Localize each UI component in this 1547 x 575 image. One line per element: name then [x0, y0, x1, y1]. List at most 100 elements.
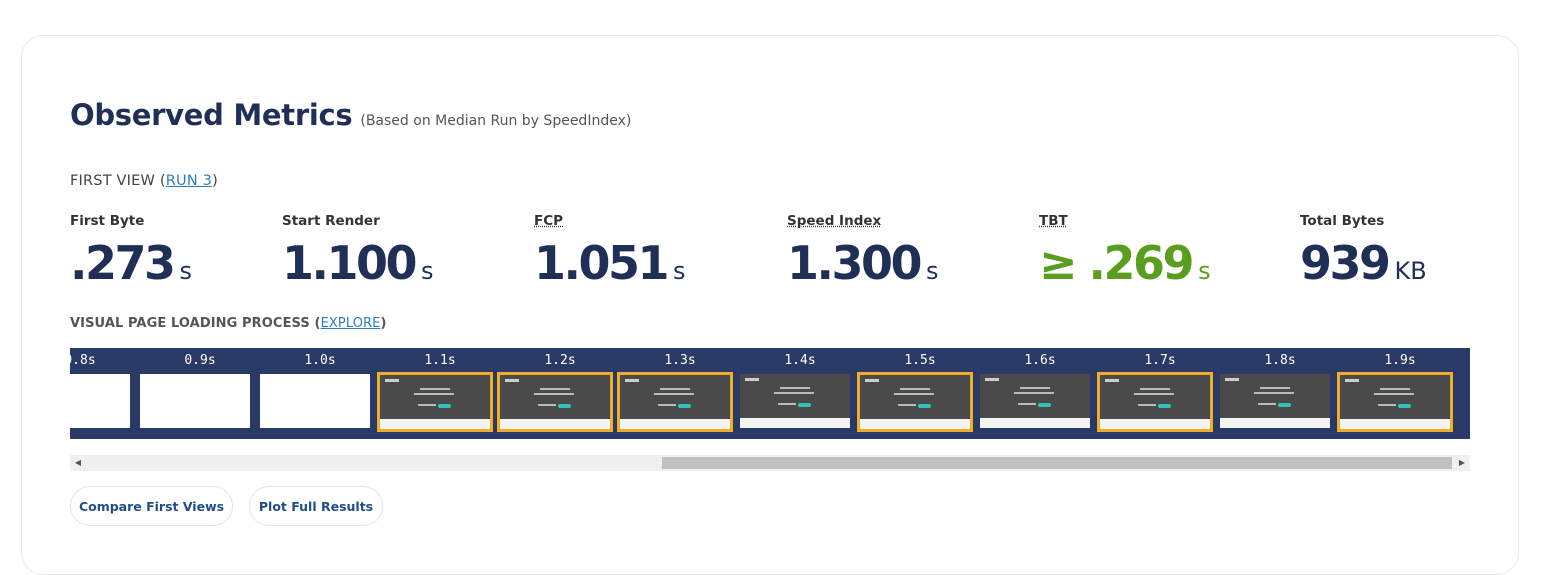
page-title: Observed Metrics: [70, 98, 353, 132]
filmstrip-frame[interactable]: 1.7s: [1097, 348, 1220, 439]
filmstrip-frame[interactable]: 1.5s: [857, 348, 980, 439]
thumb-cta: [798, 403, 811, 407]
thumb-text-line: [660, 388, 690, 390]
frame-thumbnail[interactable]: [740, 374, 850, 428]
frame-thumbnail[interactable]: [980, 374, 1090, 428]
explore-link[interactable]: EXPLORE: [321, 316, 381, 331]
scroll-left-icon[interactable]: ◀: [70, 455, 86, 471]
thumb-footer: [500, 419, 610, 429]
thumb-footer: [620, 419, 730, 429]
run-link[interactable]: RUN 3: [166, 173, 212, 189]
thumb-text-line: [538, 404, 556, 406]
thumb-text-line: [1020, 387, 1050, 389]
thumb-text-line: [418, 404, 436, 406]
thumb-text-line: [534, 393, 574, 395]
thumb-cta: [1398, 404, 1411, 408]
metric-value: 939: [1300, 236, 1391, 290]
thumb-text-line: [1254, 392, 1294, 394]
metric-unit: s: [926, 257, 939, 285]
metric-unit: KB: [1394, 257, 1427, 285]
filmstrip-frame[interactable]: 1.3s: [617, 348, 740, 439]
thumb-text-line: [900, 388, 930, 390]
metric-label[interactable]: Speed Index: [787, 213, 881, 229]
filmstrip-frame[interactable]: 1.2s: [497, 348, 620, 439]
filmstrip[interactable]: 0.8s 0.9s 1.0s 1.1s 1.2s 1.3s 1.4s 1.5s 1.6s 1.7s…: [70, 348, 1470, 439]
thumb-text-line: [894, 393, 934, 395]
frame-thumbnail[interactable]: [1097, 372, 1213, 432]
thumb-text-line: [414, 393, 454, 395]
thumb-text-line: [1260, 387, 1290, 389]
thumb-text-line: [778, 403, 796, 405]
filmstrip-frame[interactable]: 1.8s: [1220, 348, 1340, 439]
metric-value: 1.300: [787, 236, 923, 290]
thumb-cta: [438, 404, 451, 408]
thumb-cta: [1038, 403, 1051, 407]
metric-unit: s: [673, 257, 686, 285]
thumb-text-line: [1134, 393, 1174, 395]
frame-thumbnail[interactable]: [260, 374, 370, 428]
thumb-footer: [380, 419, 490, 429]
frame-thumbnail[interactable]: [1220, 374, 1330, 428]
metric-tbt: TBT ≥ .269 s: [1039, 212, 1211, 286]
filmstrip-frame[interactable]: 1.0s: [260, 348, 380, 439]
thumb-logo: [745, 378, 759, 381]
frame-thumbnail[interactable]: [497, 372, 613, 432]
frame-time: 1.3s: [664, 353, 696, 368]
filmstrip-frame[interactable]: 0.9s: [140, 348, 260, 439]
frame-time: 0.8s: [70, 353, 96, 368]
thumb-text-line: [1378, 404, 1396, 406]
scroll-right-icon[interactable]: ▶: [1454, 455, 1470, 471]
thumb-text-line: [774, 392, 814, 394]
plot-full-results-button[interactable]: Plot Full Results: [249, 486, 383, 526]
page-subtitle: (Based on Median Run by SpeedIndex): [360, 113, 632, 129]
frame-time: 1.1s: [424, 353, 456, 368]
thumb-logo: [1345, 379, 1359, 382]
metric-label[interactable]: TBT: [1039, 213, 1068, 229]
thumb-footer: [1220, 418, 1330, 428]
visual-loading-suffix: ): [380, 316, 387, 331]
frame-thumbnail[interactable]: [70, 374, 130, 428]
frame-time: 1.0s: [304, 353, 336, 368]
frame-time: 1.2s: [544, 353, 576, 368]
filmstrip-frame[interactable]: 1.1s: [377, 348, 500, 439]
metric-value: 1.100: [282, 236, 418, 290]
metric-first-byte: First Byte .273 s: [70, 212, 192, 286]
thumb-text-line: [1374, 393, 1414, 395]
visual-loading-text: VISUAL PAGE LOADING PROCESS (: [70, 316, 321, 331]
metric-unit: s: [421, 257, 434, 285]
section-heading: Observed Metrics (Based on Median Run by…: [70, 98, 631, 132]
thumb-cta: [1158, 404, 1171, 408]
filmstrip-frame[interactable]: 1.9s: [1337, 348, 1460, 439]
compare-first-views-button[interactable]: Compare First Views: [70, 486, 233, 526]
filmstrip-scrollbar[interactable]: ◀ ▶: [70, 455, 1470, 471]
thumb-footer: [740, 418, 850, 428]
thumb-text-line: [540, 388, 570, 390]
thumb-logo: [1225, 378, 1239, 381]
thumb-footer: [1340, 419, 1450, 429]
thumb-text-line: [658, 404, 676, 406]
filmstrip-frame[interactable]: 0.8s: [70, 348, 140, 439]
thumb-cta: [1278, 403, 1291, 407]
frame-thumbnail[interactable]: [1337, 372, 1453, 432]
thumb-text-line: [1138, 404, 1156, 406]
metric-speed-index: Speed Index 1.300 s: [787, 212, 939, 286]
metric-value: .273: [70, 236, 176, 290]
visual-loading-label: VISUAL PAGE LOADING PROCESS (EXPLORE): [70, 316, 387, 331]
frame-time: 1.5s: [904, 353, 936, 368]
frame-time: 1.4s: [784, 353, 816, 368]
frame-thumbnail[interactable]: [140, 374, 250, 428]
thumb-footer: [860, 419, 970, 429]
thumb-logo: [985, 378, 999, 381]
thumb-cta: [558, 404, 571, 408]
scrollbar-thumb[interactable]: [662, 457, 1452, 469]
thumb-text-line: [780, 387, 810, 389]
thumb-logo: [385, 379, 399, 382]
filmstrip-frame[interactable]: 1.4s: [740, 348, 860, 439]
frame-thumbnail[interactable]: [617, 372, 733, 432]
first-view-suffix: ): [212, 173, 218, 189]
metric-label[interactable]: FCP: [534, 213, 563, 229]
frame-thumbnail[interactable]: [857, 372, 973, 432]
thumb-text-line: [898, 404, 916, 406]
frame-thumbnail[interactable]: [377, 372, 493, 432]
filmstrip-frame[interactable]: 1.6s: [980, 348, 1100, 439]
